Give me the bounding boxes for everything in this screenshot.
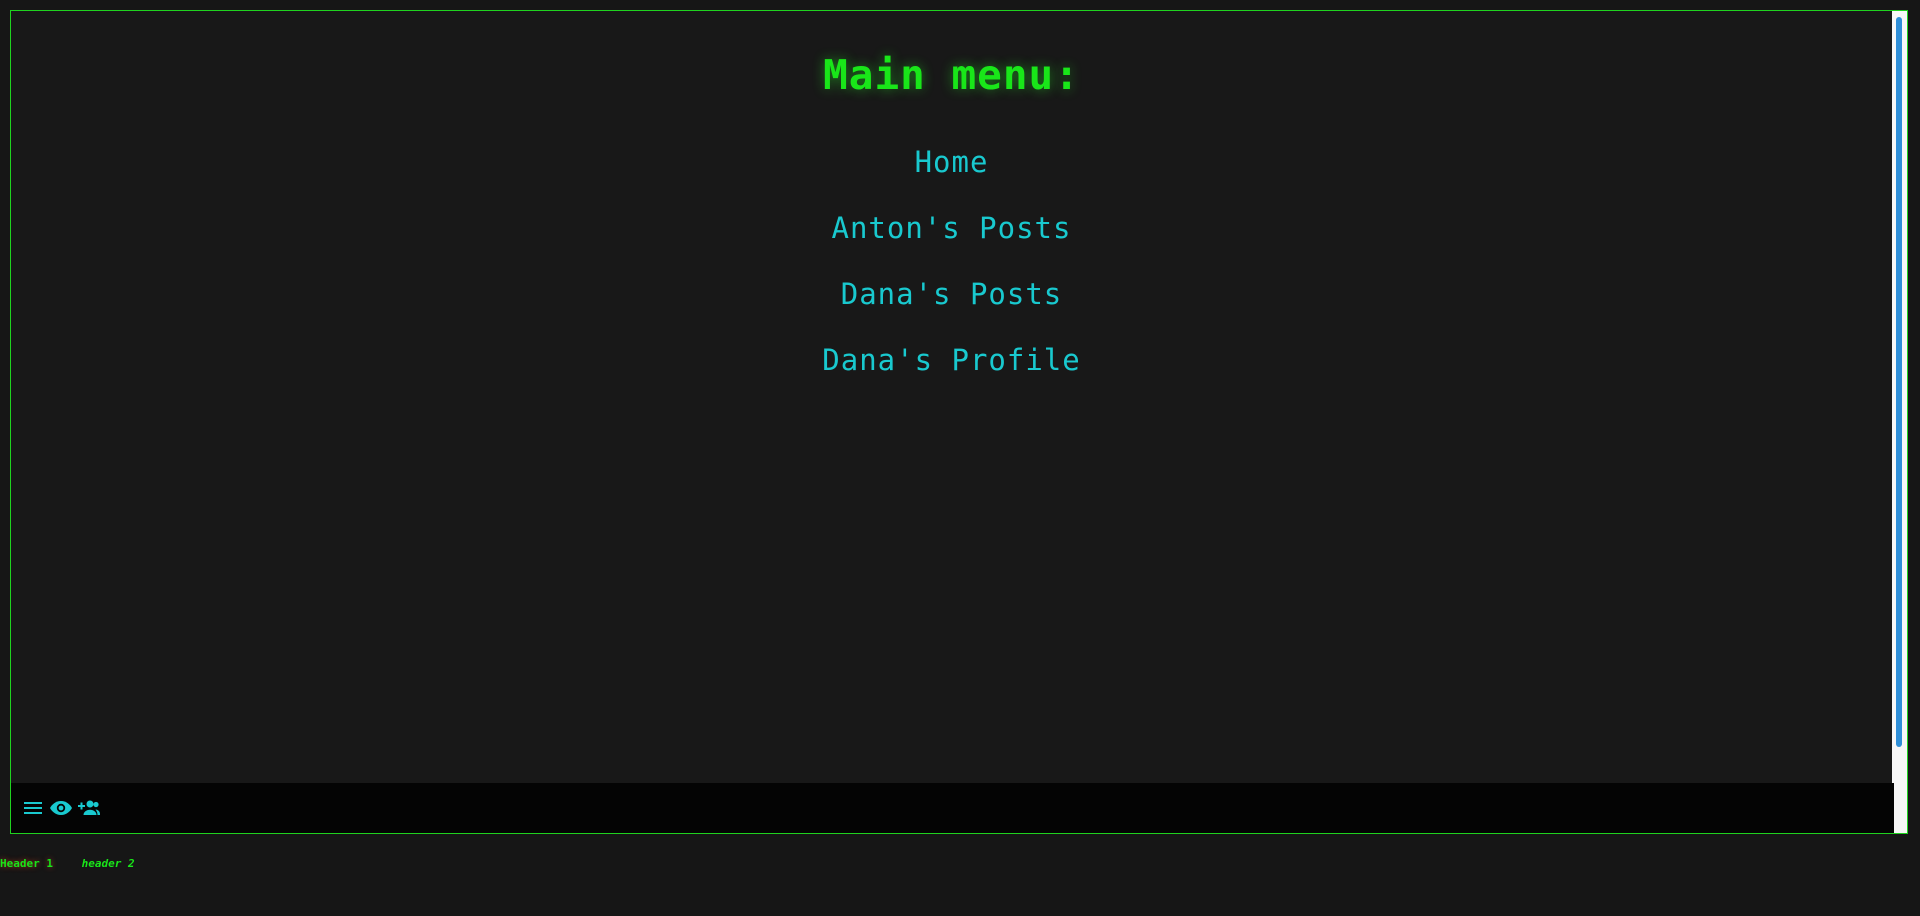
main-menu: Home Anton's Posts Dana's Posts Dana's P… (11, 142, 1892, 406)
menu-button[interactable] (21, 796, 45, 820)
menu-item: Anton's Posts (11, 208, 1892, 274)
scrollbar-thumb[interactable] (1896, 17, 1902, 747)
page-title: Main menu: (823, 51, 1080, 99)
main-content: Main menu: Home Anton's Posts Dana's Pos… (11, 11, 1892, 783)
bottom-toolbar (11, 783, 1894, 833)
menu-link-dana-posts[interactable]: Dana's Posts (841, 274, 1063, 314)
add-user-icon (78, 800, 100, 815)
menu-item: Home (11, 142, 1892, 208)
menu-item: Dana's Posts (11, 274, 1892, 340)
menu-item: Dana's Profile (11, 340, 1892, 406)
menu-icon (24, 802, 42, 814)
header-1: Header 1 (0, 857, 53, 870)
header-2: header 2 (81, 857, 135, 870)
app-frame: Main menu: Home Anton's Posts Dana's Pos… (10, 10, 1908, 834)
view-button[interactable] (49, 796, 73, 820)
eye-icon (50, 801, 72, 815)
menu-link-home[interactable]: Home (915, 142, 989, 182)
menu-link-dana-profile[interactable]: Dana's Profile (822, 340, 1080, 380)
scrollbar[interactable] (1892, 11, 1907, 833)
menu-link-anton-posts[interactable]: Anton's Posts (832, 208, 1072, 248)
footer-headers: Header 1 header 2 (0, 857, 135, 870)
add-user-button[interactable] (77, 796, 101, 820)
